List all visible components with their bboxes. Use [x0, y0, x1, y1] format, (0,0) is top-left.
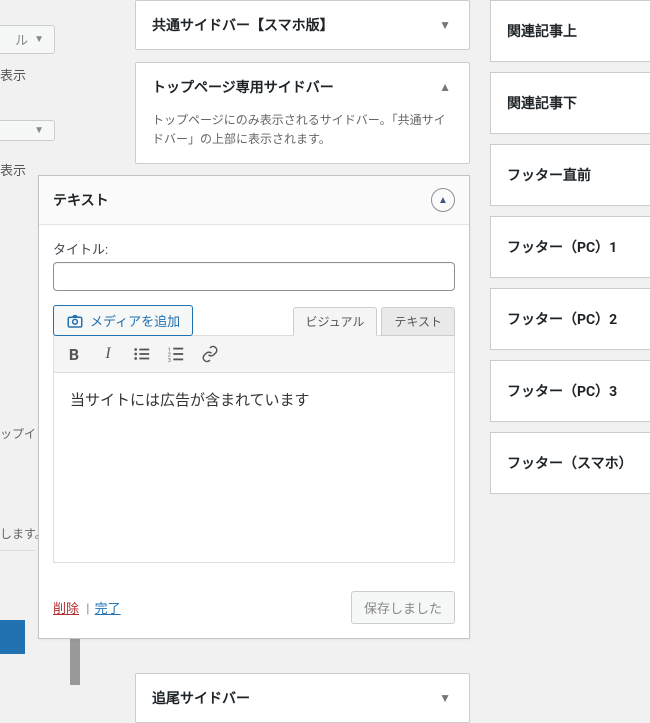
bold-button[interactable]: B: [62, 342, 86, 366]
widget-area-title: 共通サイドバー【スマホ版】: [152, 15, 334, 35]
widget-area-item[interactable]: フッター（PC）3: [490, 360, 650, 422]
widget-area-label: フッター（PC）3: [507, 384, 617, 400]
widget-area-label: 関連記事上: [507, 24, 577, 40]
submit-button[interactable]: [0, 620, 25, 654]
done-link[interactable]: 完了: [95, 602, 121, 617]
widget-area-expanded[interactable]: トップページ専用サイドバー ▲ トップページにのみ表示されるサイドバー。「共通サ…: [135, 62, 470, 164]
camera-icon: [66, 312, 84, 330]
delete-link[interactable]: 削除: [53, 602, 79, 617]
widget-area-label: フッター直前: [507, 168, 591, 184]
chevron-down-icon: ▼: [437, 689, 453, 707]
left-drop-text: ップイ: [0, 425, 36, 442]
frag1-label: ル: [15, 30, 28, 49]
widget-area-item[interactable]: フッター直前: [490, 144, 650, 206]
link-icon: [201, 345, 219, 363]
widget-area-collapsed[interactable]: 共通サイドバー【スマホ版】 ▼: [135, 0, 470, 50]
save-status: 保存しました: [351, 591, 455, 624]
editor-content[interactable]: 当サイトには広告が含まれています: [53, 373, 455, 563]
chevron-down-icon: ▼: [34, 125, 44, 136]
title-input[interactable]: [53, 262, 455, 291]
chevron-down-icon: ▼: [34, 34, 44, 45]
widget-area-label: 関連記事下: [507, 96, 577, 112]
editor-toolbar: B I 123: [53, 335, 455, 373]
widget-area-collapsed[interactable]: 追尾サイドバー ▼: [135, 673, 470, 723]
widget-area-label: フッター（PC）1: [507, 240, 617, 256]
widget-area-item[interactable]: 関連記事上: [490, 0, 650, 62]
widget-editor-panel: テキスト ▲ タイトル: メディアを追加 ビジュアル テキスト: [38, 175, 470, 639]
divider: [0, 550, 35, 551]
numbered-list-button[interactable]: 123: [164, 342, 188, 366]
widget-area-title: トップページ専用サイドバー: [152, 77, 334, 97]
widget-area-desc: トップページにのみ表示されるサイドバー。「共通サイドバー」の上部に表示されます。: [136, 111, 469, 163]
title-label: タイトル:: [53, 239, 455, 258]
tab-text[interactable]: テキスト: [381, 307, 455, 336]
widget-area-item[interactable]: フッター（PC）2: [490, 288, 650, 350]
widget-area-title: 追尾サイドバー: [152, 688, 250, 708]
widget-area-item[interactable]: 関連記事下: [490, 72, 650, 134]
svg-text:3: 3: [168, 358, 171, 363]
tab-visual[interactable]: ビジュアル: [293, 307, 378, 336]
italic-button[interactable]: I: [96, 342, 120, 366]
widget-name: テキスト: [53, 190, 109, 210]
separator: |: [86, 602, 89, 617]
widget-area-label: フッター（スマホ）: [507, 456, 633, 472]
widget-area-label: フッター（PC）2: [507, 312, 617, 328]
left-text-2: 表示: [0, 160, 26, 179]
numbered-list-icon: 123: [167, 345, 185, 363]
link-button[interactable]: [198, 342, 222, 366]
chevron-down-icon: ▼: [437, 16, 453, 34]
bullet-list-button[interactable]: [130, 342, 154, 366]
left-text-1: 表示: [0, 65, 26, 84]
bullet-list-icon: [133, 345, 151, 363]
left-select-1[interactable]: ル ▼: [0, 25, 55, 54]
left-select-2[interactable]: ▼: [0, 120, 55, 141]
widget-area-item[interactable]: フッター（PC）1: [490, 216, 650, 278]
chevron-up-icon: ▲: [437, 78, 453, 96]
add-media-button[interactable]: メディアを追加: [53, 305, 193, 336]
media-button-label: メディアを追加: [90, 311, 180, 330]
widget-area-item[interactable]: フッター（スマホ）: [490, 432, 650, 494]
collapse-toggle-button[interactable]: ▲: [431, 188, 455, 212]
